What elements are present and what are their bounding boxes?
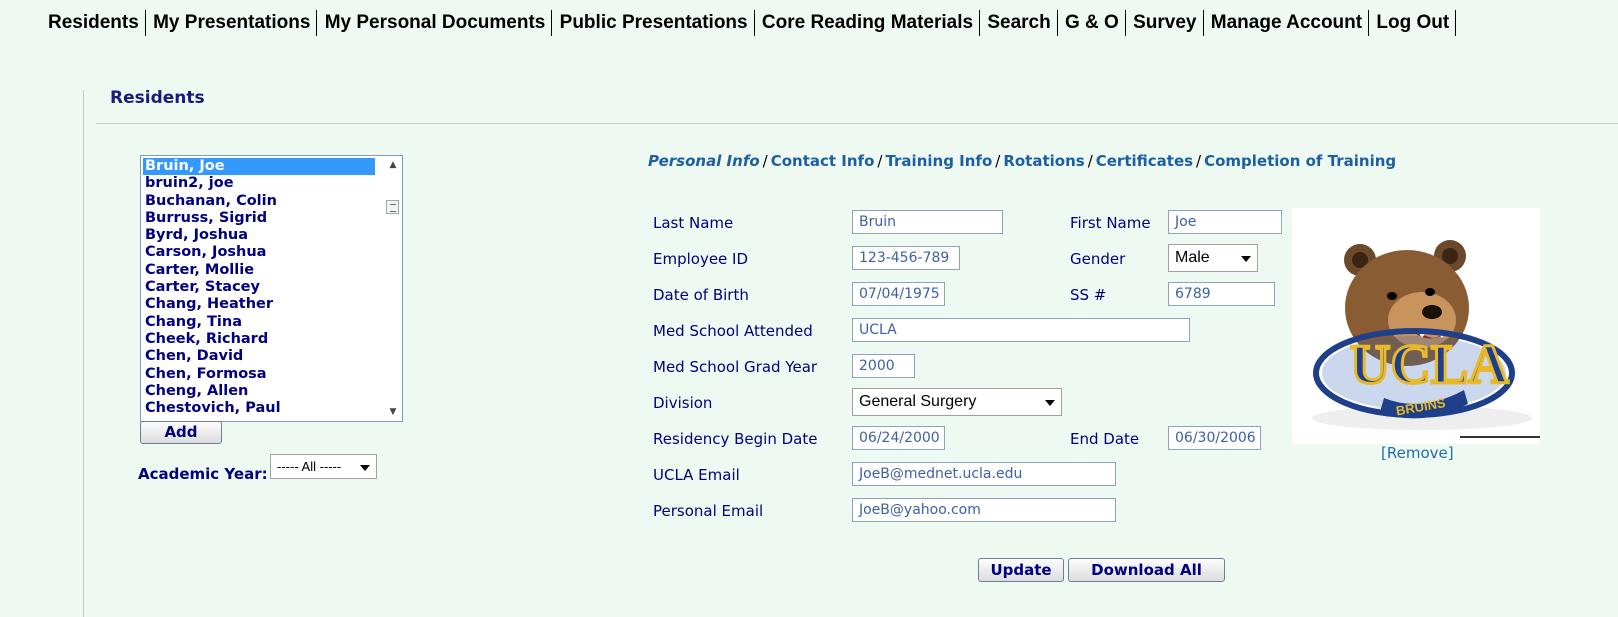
last-name-field[interactable]: Bruin bbox=[852, 210, 1003, 234]
nav-core-reading-materials[interactable]: Core Reading Materials bbox=[760, 10, 981, 36]
resident-item[interactable]: Bruin, Joe bbox=[143, 158, 375, 176]
ucla-email-label: UCLA Email bbox=[653, 466, 740, 484]
resident-item[interactable]: Carson, Joshua bbox=[143, 244, 375, 261]
resident-listbox[interactable]: Bruin, Joe bruin2, joe Buchanan, Colin B… bbox=[140, 155, 403, 422]
top-nav: Residents My Presentations My Personal D… bbox=[48, 10, 1457, 36]
tab-personal-info[interactable]: Personal Info bbox=[648, 152, 760, 170]
scroll-down-arrow-icon[interactable]: ▼ bbox=[384, 403, 402, 421]
dob-field[interactable]: 07/04/1975 bbox=[852, 282, 945, 306]
logo-letters: UCLA bbox=[1350, 334, 1509, 396]
personal-email-label: Personal Email bbox=[653, 502, 764, 520]
employee-id-label: Employee ID bbox=[653, 250, 749, 268]
resident-item[interactable]: Buchanan, Colin bbox=[143, 193, 375, 210]
division-select[interactable]: General Surgery bbox=[852, 388, 1062, 416]
med-school-field[interactable]: UCLA bbox=[852, 318, 1190, 342]
page-title: Residents bbox=[110, 88, 205, 108]
academic-year-select[interactable]: ----- All ----- bbox=[270, 454, 377, 479]
academic-year-label: Academic Year: bbox=[138, 465, 268, 483]
dob-label: Date of Birth bbox=[653, 286, 749, 304]
resident-item[interactable]: Chang, Tina bbox=[143, 314, 375, 331]
nav-g-and-o[interactable]: G & O bbox=[1063, 10, 1126, 36]
resident-item[interactable]: Cheek, Richard bbox=[143, 331, 375, 348]
nav-log-out[interactable]: Log Out bbox=[1374, 10, 1457, 36]
nav-search[interactable]: Search bbox=[985, 10, 1058, 36]
tab-bar: Personal Info / Contact Info / Training Info… bbox=[648, 152, 1396, 170]
ucla-email-field[interactable]: JoeB@mednet.ucla.edu bbox=[852, 462, 1116, 486]
resident-item[interactable]: Byrd, Joshua bbox=[143, 227, 375, 244]
nav-residents[interactable]: Residents bbox=[48, 10, 146, 36]
update-button[interactable]: Update bbox=[978, 558, 1064, 582]
tab-separator: / bbox=[877, 152, 883, 170]
title-divider bbox=[96, 123, 1618, 124]
scroll-up-arrow-icon[interactable]: ▲ bbox=[384, 156, 402, 174]
personal-email-field[interactable]: JoeB@yahoo.com bbox=[852, 498, 1116, 522]
ssn-field[interactable]: 6789 bbox=[1168, 282, 1275, 306]
tab-separator: / bbox=[995, 152, 1001, 170]
resident-item[interactable]: bruin2, joe bbox=[143, 175, 375, 192]
grad-year-field[interactable]: 2000 bbox=[852, 354, 915, 378]
resident-item[interactable]: Carter, Stacey bbox=[143, 279, 375, 296]
resident-item[interactable]: Chang, Heather bbox=[143, 296, 375, 313]
nav-public-presentations[interactable]: Public Presentations bbox=[558, 10, 755, 36]
nav-my-presentations[interactable]: My Presentations bbox=[151, 10, 318, 36]
tab-rotations[interactable]: Rotations bbox=[1003, 152, 1084, 170]
gender-value: Male bbox=[1175, 249, 1210, 266]
end-date-field[interactable]: 06/30/2006 bbox=[1168, 426, 1261, 450]
left-divider bbox=[83, 90, 84, 617]
academic-year-value: ----- All ----- bbox=[277, 459, 342, 474]
resident-item[interactable]: Burruss, Sigrid bbox=[143, 210, 375, 227]
division-value: General Surgery bbox=[859, 393, 977, 410]
med-school-label: Med School Attended bbox=[653, 322, 813, 340]
residency-begin-label: Residency Begin Date bbox=[653, 430, 818, 448]
resident-photo: UCLA BRUINS bbox=[1292, 208, 1540, 444]
chevron-down-icon bbox=[1045, 400, 1055, 406]
first-name-label: First Name bbox=[1070, 214, 1151, 232]
nav-manage-account[interactable]: Manage Account bbox=[1209, 10, 1370, 36]
download-all-button[interactable]: Download All bbox=[1068, 558, 1225, 582]
tab-certificates[interactable]: Certificates bbox=[1096, 152, 1193, 170]
employee-id-field[interactable]: 123-456-789 bbox=[852, 246, 960, 270]
scroll-thumb[interactable] bbox=[386, 200, 399, 214]
residency-begin-field[interactable]: 06/24/2000 bbox=[852, 426, 945, 450]
end-date-label: End Date bbox=[1070, 430, 1140, 448]
resident-item[interactable]: Carter, Mollie bbox=[143, 262, 375, 279]
nav-survey[interactable]: Survey bbox=[1131, 10, 1204, 36]
division-label: Division bbox=[653, 394, 713, 412]
tab-completion-of-training[interactable]: Completion of Training bbox=[1204, 152, 1396, 170]
remove-photo-link[interactable]: [Remove] bbox=[1381, 444, 1454, 462]
last-name-label: Last Name bbox=[653, 214, 734, 232]
grad-year-label: Med School Grad Year bbox=[653, 358, 818, 376]
nav-my-personal-documents[interactable]: My Personal Documents bbox=[323, 10, 553, 36]
ssn-label: SS # bbox=[1070, 286, 1107, 304]
tab-separator: / bbox=[762, 152, 768, 170]
gender-select[interactable]: Male bbox=[1168, 244, 1258, 272]
tab-training-info[interactable]: Training Info bbox=[885, 152, 992, 170]
resident-item[interactable]: Chestovich, Paul bbox=[143, 400, 375, 417]
tab-separator: / bbox=[1087, 152, 1093, 170]
tab-separator: / bbox=[1196, 152, 1202, 170]
first-name-field[interactable]: Joe bbox=[1168, 210, 1282, 234]
resident-item[interactable]: Cheng, Allen bbox=[143, 383, 375, 400]
bear-logo-icon: UCLA BRUINS bbox=[1292, 208, 1540, 444]
add-button[interactable]: Add bbox=[140, 421, 222, 444]
resident-item[interactable]: Chen, Formosa bbox=[143, 366, 375, 383]
chevron-down-icon bbox=[360, 464, 370, 471]
tab-contact-info[interactable]: Contact Info bbox=[771, 152, 875, 170]
list-scrollbar[interactable]: ▲ ▼ bbox=[384, 156, 402, 421]
gender-label: Gender bbox=[1070, 250, 1126, 268]
chevron-down-icon bbox=[1241, 256, 1251, 262]
resident-item[interactable]: Chen, David bbox=[143, 348, 375, 365]
